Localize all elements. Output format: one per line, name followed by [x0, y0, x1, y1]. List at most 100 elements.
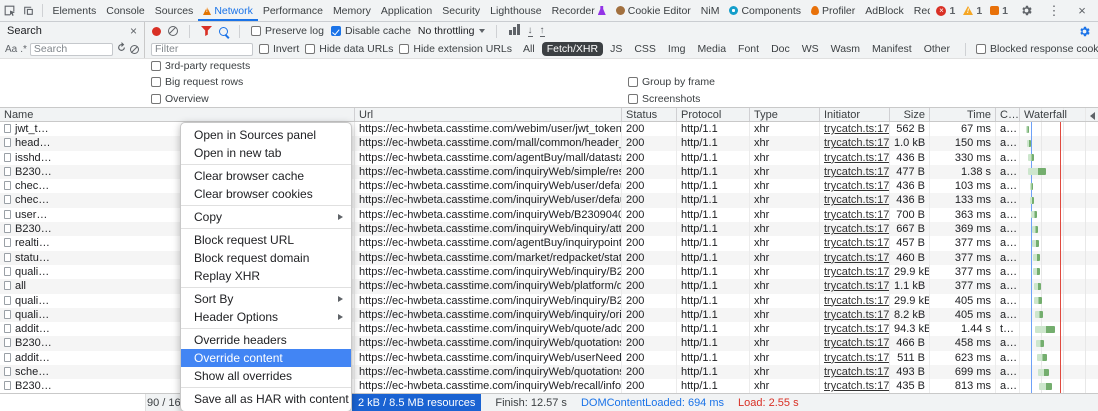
tab-sources[interactable]: Sources — [150, 0, 199, 21]
big-request-rows-checkbox[interactable]: Big request rows — [151, 76, 243, 88]
initiator-link[interactable]: trycatch.ts:179 — [824, 337, 890, 349]
overview-checkbox[interactable]: Overview — [151, 93, 209, 105]
screenshots-checkbox[interactable]: Screenshots — [628, 93, 700, 105]
initiator-link[interactable]: trycatch.ts:179 — [824, 280, 890, 292]
menu-item-override-headers[interactable]: Override headers — [181, 331, 351, 349]
tab-performance[interactable]: Performance — [258, 0, 328, 21]
filter-chip-css[interactable]: CSS — [629, 42, 661, 56]
initiator-link[interactable]: trycatch.ts:179 — [824, 252, 890, 264]
clear-network-log-icon[interactable] — [168, 26, 178, 36]
tab-cookie-editor[interactable]: Cookie Editor — [611, 0, 696, 21]
device-toolbar-icon[interactable] — [19, 0, 38, 21]
clear-search-icon[interactable] — [130, 45, 139, 54]
initiator-link[interactable]: trycatch.ts:179 — [824, 166, 890, 178]
network-conditions-icon[interactable] — [508, 24, 521, 38]
initiator-link[interactable]: trycatch.ts:179 — [824, 137, 890, 149]
third-party-requests-checkbox[interactable]: 3rd-party requests — [151, 60, 250, 72]
initiator-link[interactable]: trycatch.ts:179 — [824, 209, 890, 221]
tab-security[interactable]: Security — [437, 0, 485, 21]
issues-badge[interactable]: 1 — [990, 5, 1008, 17]
column-header-type[interactable]: Type — [750, 108, 820, 121]
table-row[interactable]: user…https://ec-hwbeta.casstime.com/inqu… — [0, 208, 1098, 222]
menu-item-header-options[interactable]: Header Options — [181, 308, 351, 326]
initiator-link[interactable]: trycatch.ts:179 — [824, 152, 890, 164]
table-row[interactable]: realti…https://ec-hwbeta.casstime.com/ag… — [0, 236, 1098, 250]
menu-item-sort-by[interactable]: Sort By — [181, 290, 351, 308]
network-settings-gear-icon[interactable] — [1078, 25, 1091, 38]
filter-chip-ws[interactable]: WS — [797, 42, 824, 56]
table-row[interactable]: jwt_t…https://ec-hwbeta.casstime.com/web… — [0, 122, 1098, 136]
group-by-frame-checkbox[interactable]: Group by frame — [628, 76, 715, 88]
invert-checkbox[interactable]: Invert — [259, 43, 299, 55]
initiator-link[interactable]: trycatch.ts:179 — [824, 223, 890, 235]
menu-item-copy[interactable]: Copy — [181, 208, 351, 226]
menu-item-open-in-sources-panel[interactable]: Open in Sources panel — [181, 126, 351, 144]
hide-extension-urls-checkbox[interactable]: Hide extension URLs — [399, 43, 512, 55]
tab-nim[interactable]: NiM — [696, 0, 725, 21]
filter-chip-media[interactable]: Media — [692, 42, 731, 56]
column-header-waterfall[interactable]: Waterfall — [1020, 108, 1098, 121]
tab-application[interactable]: Application — [376, 0, 437, 21]
settings-gear-icon[interactable] — [1016, 4, 1036, 17]
waterfall-sort-icon[interactable] — [1090, 112, 1095, 120]
column-header-c[interactable]: C… — [996, 108, 1020, 121]
more-options-icon[interactable]: ⋮ — [1044, 4, 1064, 17]
tab-network[interactable]: Network — [198, 0, 258, 21]
record-network-log-button[interactable] — [152, 27, 161, 36]
initiator-link[interactable]: trycatch.ts:179 — [824, 295, 890, 307]
filter-chip-js[interactable]: JS — [605, 42, 627, 56]
filter-chip-doc[interactable]: Doc — [766, 42, 795, 56]
table-row[interactable]: statu…https://ec-hwbeta.casstime.com/mar… — [0, 251, 1098, 265]
inspect-element-icon[interactable] — [0, 0, 19, 21]
tab-adblock[interactable]: AdBlock — [860, 0, 909, 21]
table-row[interactable]: B230…https://ec-hwbeta.casstime.com/inqu… — [0, 165, 1098, 179]
search-input[interactable] — [30, 43, 113, 56]
export-har-icon[interactable]: ↑ — [540, 26, 545, 37]
tab-elements[interactable]: Elements — [47, 0, 101, 21]
table-row[interactable]: chec…https://ec-hwbeta.casstime.com/inqu… — [0, 179, 1098, 193]
initiator-link[interactable]: trycatch.ts:179 — [824, 366, 890, 378]
table-row[interactable]: quali…https://ec-hwbeta.casstime.com/inq… — [0, 265, 1098, 279]
initiator-link[interactable]: trycatch.ts:179 — [824, 380, 890, 392]
initiator-link[interactable]: trycatch.ts:179 — [824, 237, 890, 249]
throttling-select[interactable]: No throttling — [418, 25, 485, 37]
warning-badge[interactable]: 1 — [963, 5, 982, 17]
initiator-link[interactable]: trycatch.ts:179 — [824, 323, 890, 335]
table-row[interactable]: allhttps://ec-hwbeta.casstime.com/inquir… — [0, 279, 1098, 293]
menu-item-open-in-new-tab[interactable]: Open in new tab — [181, 144, 351, 162]
menu-item-block-request-domain[interactable]: Block request domain — [181, 249, 351, 267]
match-case-toggle[interactable]: Aa — [5, 44, 17, 55]
table-row[interactable]: isshd…https://ec-hwbeta.casstime.com/age… — [0, 151, 1098, 165]
initiator-link[interactable]: trycatch.ts:179 — [824, 309, 890, 321]
column-header-name[interactable]: Name — [0, 108, 355, 121]
disable-cache-checkbox[interactable]: Disable cache — [331, 25, 411, 37]
initiator-link[interactable]: trycatch.ts:179 — [824, 266, 890, 278]
refresh-search-icon[interactable] — [116, 42, 127, 56]
tab-requestly[interactable]: Requestly — [909, 0, 931, 21]
filter-chip-img[interactable]: Img — [663, 42, 691, 56]
menu-item-override-content[interactable]: Override content — [181, 349, 351, 367]
filter-chip-fetch-xhr[interactable]: Fetch/XHR — [542, 42, 603, 56]
table-row[interactable]: quali…https://ec-hwbeta.casstime.com/inq… — [0, 308, 1098, 322]
regex-toggle[interactable]: .* — [20, 44, 27, 55]
close-devtools-icon[interactable]: × — [1072, 4, 1092, 17]
column-header-size[interactable]: Size — [890, 108, 930, 121]
tab-recorder[interactable]: Recorder — [547, 0, 611, 21]
preserve-log-checkbox[interactable]: Preserve log — [251, 25, 324, 37]
tab-console[interactable]: Console — [101, 0, 150, 21]
table-row[interactable]: head…https://ec-hwbeta.casstime.com/mall… — [0, 136, 1098, 150]
table-row[interactable]: sche…https://ec-hwbeta.casstime.com/inqu… — [0, 365, 1098, 379]
hide-data-urls-checkbox[interactable]: Hide data URLs — [305, 43, 393, 55]
menu-item-replay-xhr[interactable]: Replay XHR — [181, 267, 351, 285]
initiator-link[interactable]: trycatch.ts:179 — [824, 194, 890, 206]
import-har-icon[interactable]: ↓ — [528, 26, 533, 37]
network-search-icon[interactable] — [219, 27, 228, 36]
error-badge[interactable]: ×1 — [936, 5, 955, 17]
table-row[interactable]: B230…https://ec-hwbeta.casstime.com/inqu… — [0, 336, 1098, 350]
table-row[interactable]: B230…https://ec-hwbeta.casstime.com/inqu… — [0, 222, 1098, 236]
initiator-link[interactable]: trycatch.ts:179 — [824, 123, 890, 135]
initiator-link[interactable]: trycatch.ts:179 — [824, 180, 890, 192]
table-row[interactable]: addit…https://ec-hwbeta.casstime.com/inq… — [0, 351, 1098, 365]
menu-item-show-all-overrides[interactable]: Show all overrides — [181, 367, 351, 385]
menu-item-save-all-as-har-with-content[interactable]: Save all as HAR with content — [181, 390, 351, 408]
